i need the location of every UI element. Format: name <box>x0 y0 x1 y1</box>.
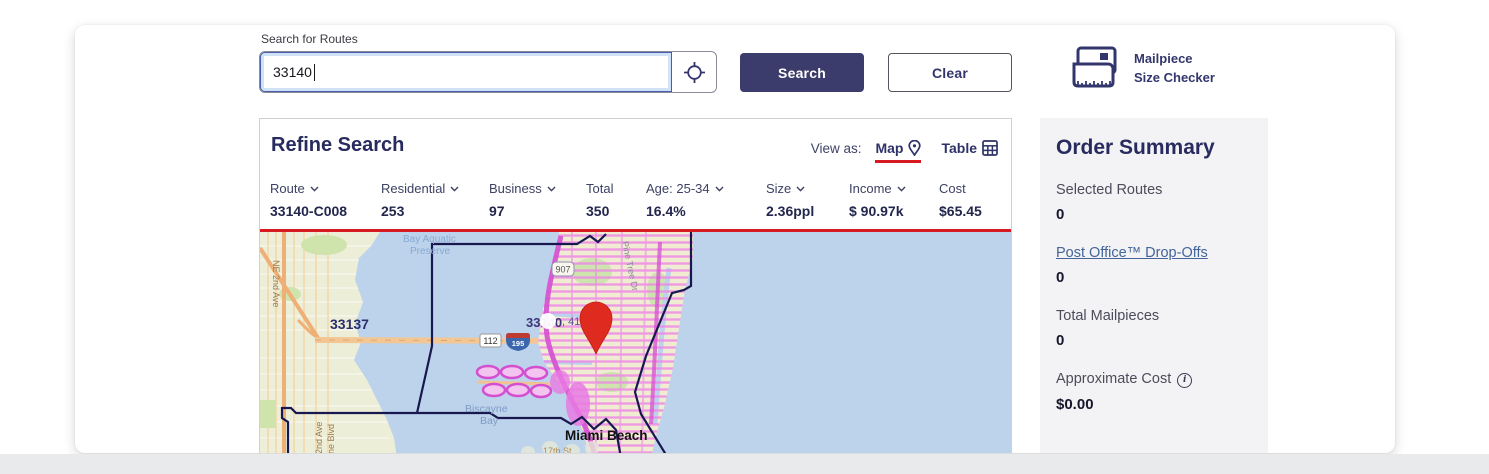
approximate-cost-value: $0.00 <box>1056 396 1254 413</box>
column-size: Size 2.36ppl <box>766 181 814 219</box>
refine-search-panel: Refine Search View as: Map Table <box>259 118 1012 453</box>
age-value: 16.4% <box>646 203 724 219</box>
map-pin-icon <box>908 140 921 156</box>
route-value: 33140-C008 <box>270 203 347 219</box>
business-value: 97 <box>489 203 556 219</box>
column-age: Age: 25-34 16.4% <box>646 181 724 219</box>
order-summary-title: Order Summary <box>1056 136 1254 160</box>
map-label-ne-2nd-ave: NE 2nd Ave <box>271 260 281 307</box>
mailpiece-size-checker-button[interactable]: Mailpiece Size Checker <box>1069 45 1215 91</box>
info-icon[interactable] <box>1177 373 1192 388</box>
map-label-preserve-2: Preserve <box>410 246 450 257</box>
map-canvas[interactable]: 112 195 907 33137 Bay Aquatic Preserve B… <box>260 232 1011 453</box>
income-value: $ 90.97k <box>849 203 906 219</box>
clear-button[interactable]: Clear <box>888 53 1012 92</box>
chevron-down-icon <box>796 186 805 192</box>
table-toggle-label: Table <box>941 140 977 156</box>
approximate-cost-label: Approximate Cost <box>1056 371 1254 388</box>
view-toggle: View as: Map Table <box>811 140 998 163</box>
map-label-2nd-ave: 2nd Ave <box>314 422 324 453</box>
residential-filter-dropdown[interactable]: Residential <box>381 181 459 196</box>
map-label-17th-st: 17th St <box>543 446 572 453</box>
residential-value: 253 <box>381 203 459 219</box>
svg-text:195: 195 <box>512 339 525 348</box>
view-as-label: View as: <box>811 140 862 156</box>
chevron-down-icon <box>547 186 556 192</box>
chevron-down-icon <box>897 186 906 192</box>
total-label: Total <box>586 181 613 196</box>
mailpiece-label-line1: Mailpiece <box>1134 49 1215 69</box>
chevron-down-icon <box>450 186 459 192</box>
view-toggle-table[interactable]: Table <box>941 140 998 163</box>
text-caret <box>314 64 316 81</box>
total-mailpieces-value: 0 <box>1056 332 1254 349</box>
cost-value: $65.45 <box>939 203 982 219</box>
size-filter-dropdown[interactable]: Size <box>766 181 814 196</box>
chevron-down-icon <box>715 186 724 192</box>
selected-routes-value: 0 <box>1056 206 1254 223</box>
table-grid-icon <box>982 140 998 156</box>
crosshair-icon <box>683 61 706 84</box>
svg-text:907: 907 <box>555 265 570 275</box>
mailpiece-ruler-icon <box>1069 45 1121 91</box>
total-value: 350 <box>586 203 613 219</box>
column-total: Total 350 <box>586 181 613 219</box>
column-business: Business 97 <box>489 181 556 219</box>
shield-112: 112 <box>480 334 501 347</box>
drop-offs-value: 0 <box>1056 269 1254 286</box>
map-label-miami-beach: Miami Beach <box>565 428 648 443</box>
column-residential: Residential 253 <box>381 181 459 219</box>
search-button[interactable]: Search <box>740 53 864 92</box>
order-summary-panel: Order Summary Selected Routes 0 Post Off… <box>1040 118 1268 453</box>
svg-text:112: 112 <box>483 336 497 346</box>
view-toggle-map[interactable]: Map <box>875 140 921 163</box>
map-label-bay: Bay <box>480 415 499 427</box>
mailpiece-label-line2: Size Checker <box>1134 68 1215 88</box>
size-value: 2.36ppl <box>766 203 814 219</box>
refine-search-title: Refine Search <box>271 134 404 157</box>
page-bottom-strip <box>0 454 1489 474</box>
shield-907: 907 <box>552 262 574 276</box>
column-route: Route 33140-C008 <box>270 181 347 219</box>
map-label-zip-41: , 41 <box>562 316 580 328</box>
column-cost: Cost $65.45 <box>939 181 982 219</box>
use-my-location-button[interactable] <box>672 52 716 92</box>
map-toggle-label: Map <box>875 140 903 156</box>
search-input[interactable]: 33140 <box>260 52 672 92</box>
column-income: Income $ 90.97k <box>849 181 906 219</box>
post-office-drop-offs-link[interactable]: Post Office™ Drop-Offs <box>1056 245 1254 261</box>
selected-routes-label: Selected Routes <box>1056 182 1254 198</box>
chevron-down-icon <box>310 186 319 192</box>
cost-label: Cost <box>939 181 982 196</box>
map-label-preserve-1: Bay Aquatic <box>403 234 456 245</box>
business-filter-dropdown[interactable]: Business <box>489 181 556 196</box>
search-input-value: 33140 <box>273 64 312 80</box>
search-field-label: Search for Routes <box>261 32 358 46</box>
income-filter-dropdown[interactable]: Income <box>849 181 906 196</box>
map-label-blvd: ne Blvd <box>326 424 336 453</box>
route-filter-dropdown[interactable]: Route <box>270 181 347 196</box>
map-label-biscayne: Biscayne <box>465 403 508 415</box>
age-filter-dropdown[interactable]: Age: 25-34 <box>646 181 724 196</box>
route-search-box: 33140 <box>259 51 717 93</box>
total-mailpieces-label: Total Mailpieces <box>1056 308 1254 324</box>
cluster-marker <box>540 313 556 329</box>
map-label-zip-33137: 33137 <box>330 316 369 332</box>
main-card: Search for Routes 33140 Search Clear Mai… <box>75 25 1395 453</box>
